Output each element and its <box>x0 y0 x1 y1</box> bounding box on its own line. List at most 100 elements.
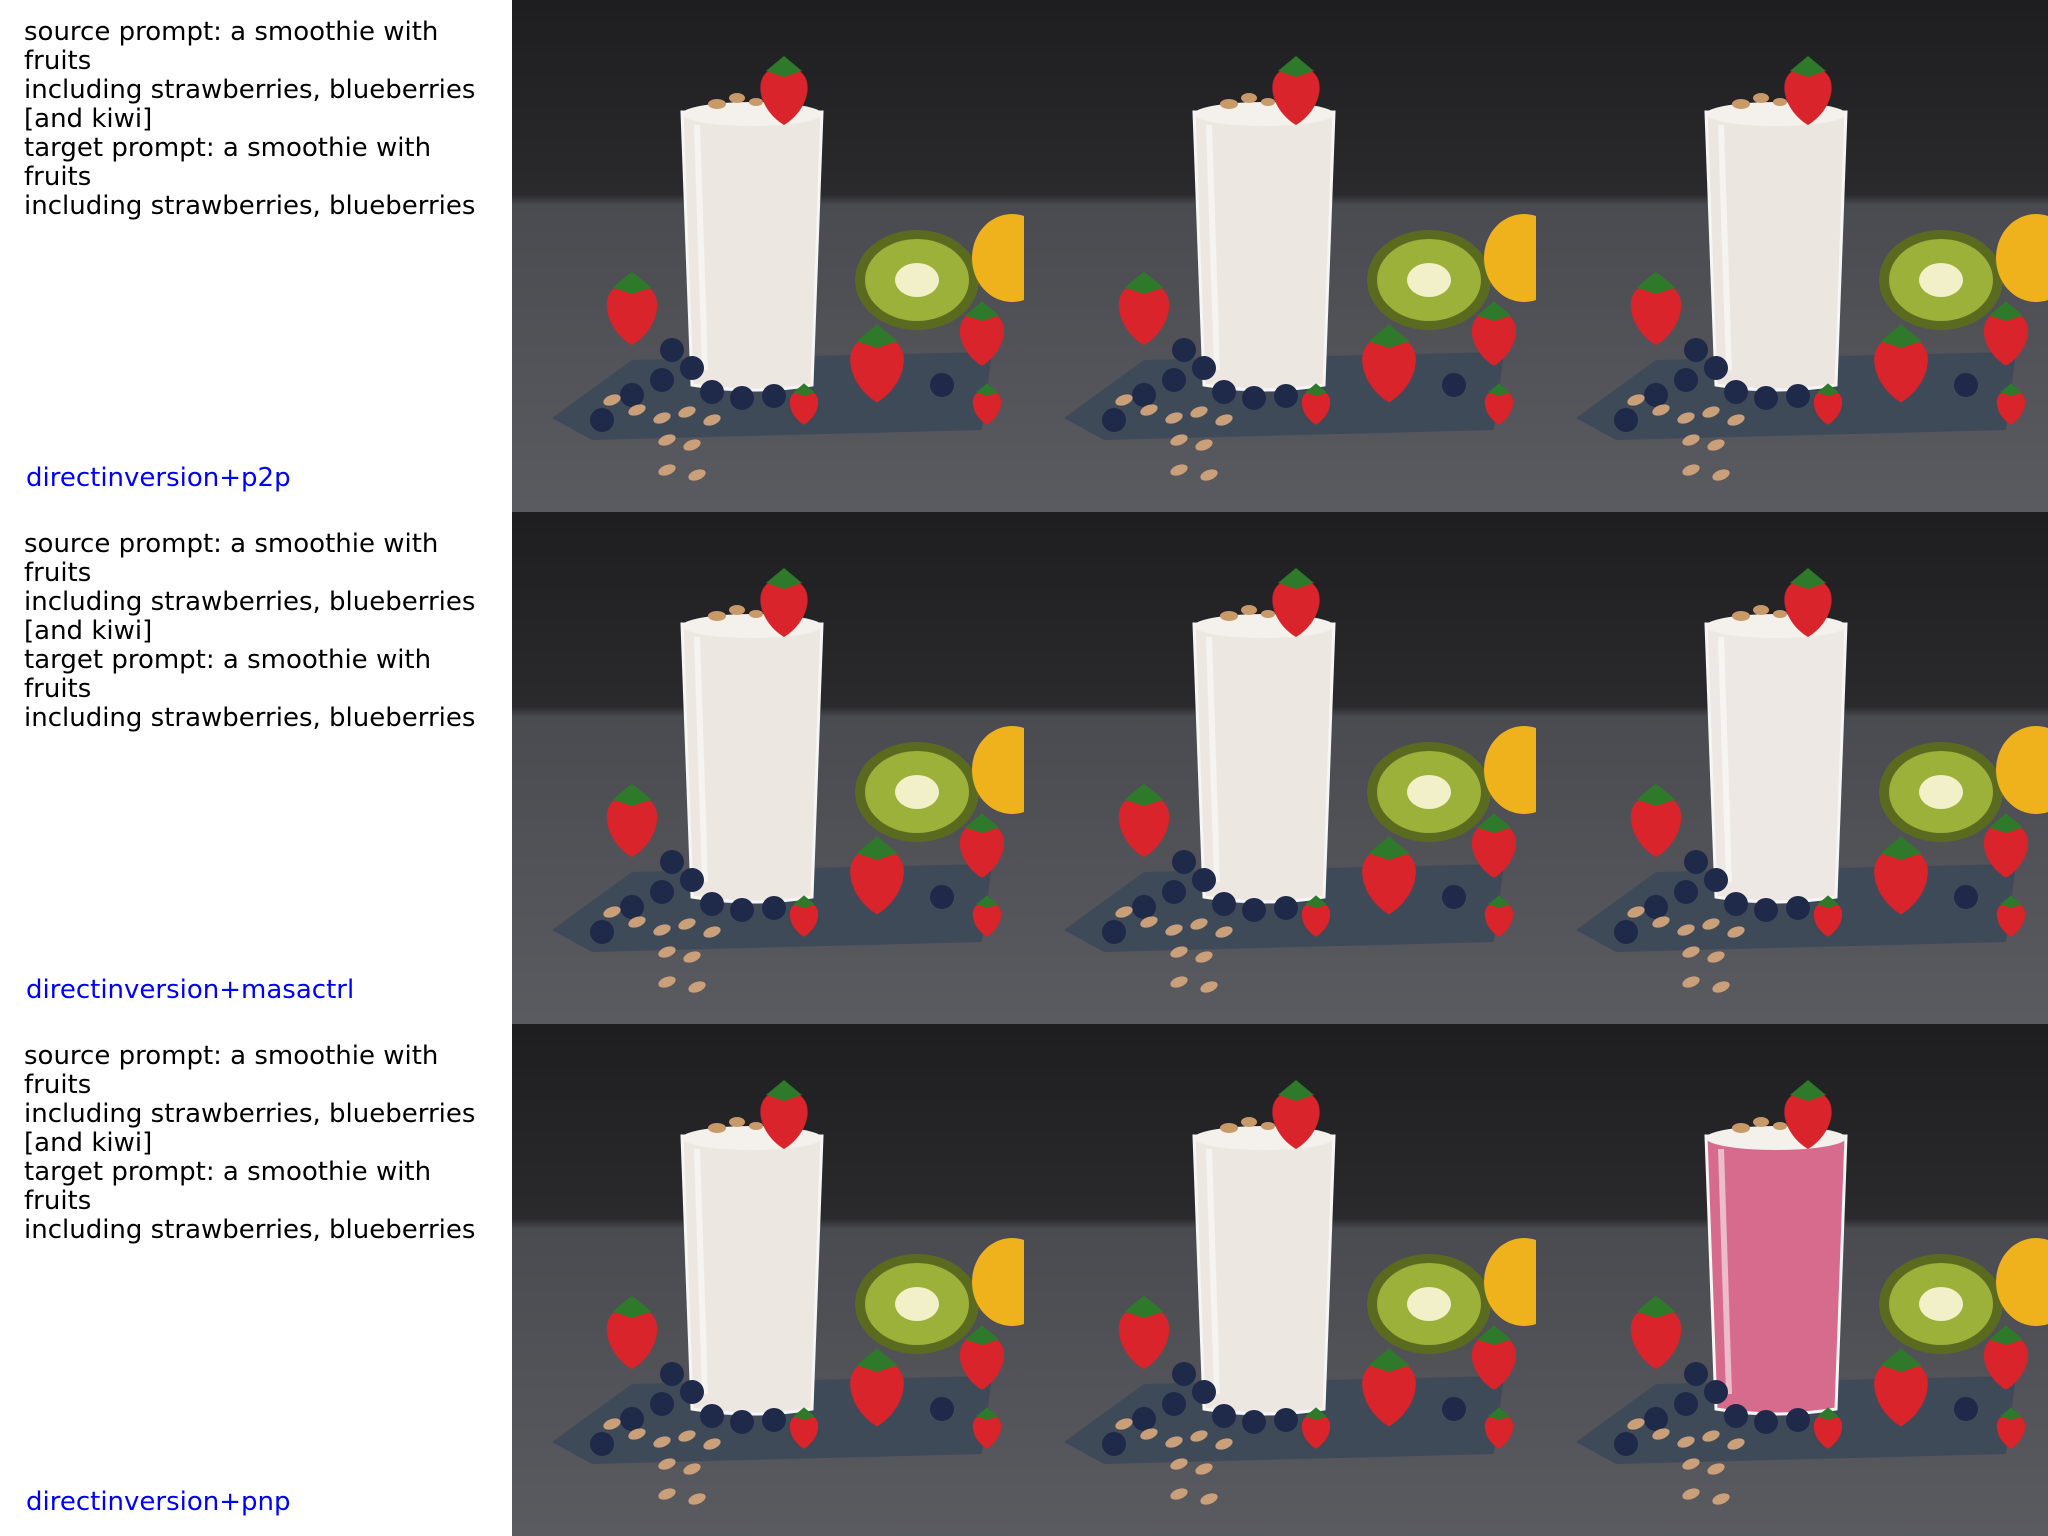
blueberry <box>1644 895 1668 919</box>
prompt-cell: source prompt: a smoothie with fruits in… <box>0 1024 512 1536</box>
blueberry <box>1172 850 1196 874</box>
prompt-cell: source prompt: a smoothie with fruits in… <box>0 512 512 1024</box>
blueberry <box>1754 898 1778 922</box>
blueberry <box>590 920 614 944</box>
blueberry <box>620 1407 644 1431</box>
blueberry <box>762 896 786 920</box>
blueberry <box>620 895 644 919</box>
blueberry <box>1242 386 1266 410</box>
blueberry <box>700 1404 724 1428</box>
method-label: directinversion+pnp <box>26 1487 291 1517</box>
blueberry <box>1954 373 1978 397</box>
blueberry <box>1442 885 1466 909</box>
blueberry <box>1786 384 1810 408</box>
prompt-line: including strawberries, blueberries <box>24 1099 476 1129</box>
blueberry <box>1674 880 1698 904</box>
method-row-masactrl: source prompt: a smoothie with fruits in… <box>0 512 2048 1024</box>
blueberry <box>590 1432 614 1456</box>
blueberry <box>1724 1404 1748 1428</box>
blueberry <box>1172 1362 1196 1386</box>
smoothie-scene <box>512 512 1024 1024</box>
method-label: directinversion+p2p <box>26 463 291 493</box>
smoothie-scene <box>1536 0 2048 512</box>
kiwi-core <box>895 263 939 297</box>
method-row-pnp: source prompt: a smoothie with fruits in… <box>0 1024 2048 1536</box>
prompt-line: source prompt: a smoothie with fruits <box>24 529 439 588</box>
smoothie-photo-edited <box>1536 512 2048 1024</box>
blueberry <box>650 368 674 392</box>
prompt-line: including strawberries, blueberries <box>24 1215 476 1245</box>
blueberry <box>700 892 724 916</box>
kiwi-core <box>1407 775 1451 809</box>
blueberry <box>930 885 954 909</box>
blueberry <box>1192 868 1216 892</box>
blueberry <box>730 898 754 922</box>
blueberry <box>1614 920 1638 944</box>
prompt-line: target prompt: a smoothie with fruits <box>24 1157 432 1216</box>
blueberry <box>762 1408 786 1432</box>
blueberry <box>1954 885 1978 909</box>
smoothie-photo-reconstruction <box>1024 512 1536 1024</box>
blueberry <box>1704 1380 1728 1404</box>
smoothie-scene <box>1536 512 2048 1024</box>
blueberry <box>1786 896 1810 920</box>
blueberry <box>1704 356 1728 380</box>
blueberry <box>590 408 614 432</box>
blueberry <box>930 1397 954 1421</box>
smoothie-photo-source <box>512 0 1024 512</box>
blueberry <box>1132 1407 1156 1431</box>
prompt-text: source prompt: a smoothie with fruits in… <box>24 530 504 733</box>
kiwi-core <box>895 1287 939 1321</box>
prompt-line: including strawberries, blueberries <box>24 191 476 221</box>
blueberry <box>730 1410 754 1434</box>
blueberry <box>1614 1432 1638 1456</box>
blueberry <box>1674 1392 1698 1416</box>
blueberry <box>1172 338 1196 362</box>
blueberry <box>1644 383 1668 407</box>
blueberry <box>1684 1362 1708 1386</box>
blueberry <box>1162 1392 1186 1416</box>
blueberry <box>1242 898 1266 922</box>
prompt-line: [and kiwi] <box>24 616 153 646</box>
smoothie-photo-source <box>512 1024 1024 1536</box>
blueberry <box>1162 880 1186 904</box>
blueberry <box>1192 1380 1216 1404</box>
blueberry <box>1162 368 1186 392</box>
blueberry <box>1212 1404 1236 1428</box>
blueberry <box>1242 1410 1266 1434</box>
smoothie-scene <box>1024 1024 1536 1536</box>
prompt-text: source prompt: a smoothie with fruits in… <box>24 1042 504 1245</box>
prompt-cell: source prompt: a smoothie with fruits in… <box>0 0 512 512</box>
blueberry <box>1212 892 1236 916</box>
kiwi-core <box>1919 775 1963 809</box>
prompt-line: including strawberries, blueberries <box>24 587 476 617</box>
blueberry <box>1614 408 1638 432</box>
blueberry <box>1644 1407 1668 1431</box>
method-row-p2p: source prompt: a smoothie with fruits in… <box>0 0 2048 512</box>
smoothie-scene <box>512 1024 1024 1536</box>
smoothie-scene <box>1024 0 1536 512</box>
smoothie-photo-edited <box>1536 1024 2048 1536</box>
blueberry <box>1192 356 1216 380</box>
blueberry <box>730 386 754 410</box>
smoothie-photo-reconstruction <box>1024 0 1536 512</box>
blueberry <box>1684 338 1708 362</box>
kiwi-core <box>1919 1287 1963 1321</box>
blueberry <box>700 380 724 404</box>
blueberry <box>762 384 786 408</box>
prompt-line: target prompt: a smoothie with fruits <box>24 133 432 192</box>
blueberry <box>1754 1410 1778 1434</box>
blueberry <box>1274 1408 1298 1432</box>
method-label: directinversion+masactrl <box>26 975 355 1005</box>
blueberry <box>1954 1397 1978 1421</box>
comparison-grid: source prompt: a smoothie with fruits in… <box>0 0 2048 1536</box>
blueberry <box>1786 1408 1810 1432</box>
prompt-line: source prompt: a smoothie with fruits <box>24 1041 439 1100</box>
blueberry <box>1674 368 1698 392</box>
blueberry <box>650 880 674 904</box>
smoothie-photo-source <box>512 512 1024 1024</box>
blueberry <box>1724 380 1748 404</box>
smoothie-photo-edited <box>1536 0 2048 512</box>
blueberry <box>650 1392 674 1416</box>
blueberry <box>1704 868 1728 892</box>
